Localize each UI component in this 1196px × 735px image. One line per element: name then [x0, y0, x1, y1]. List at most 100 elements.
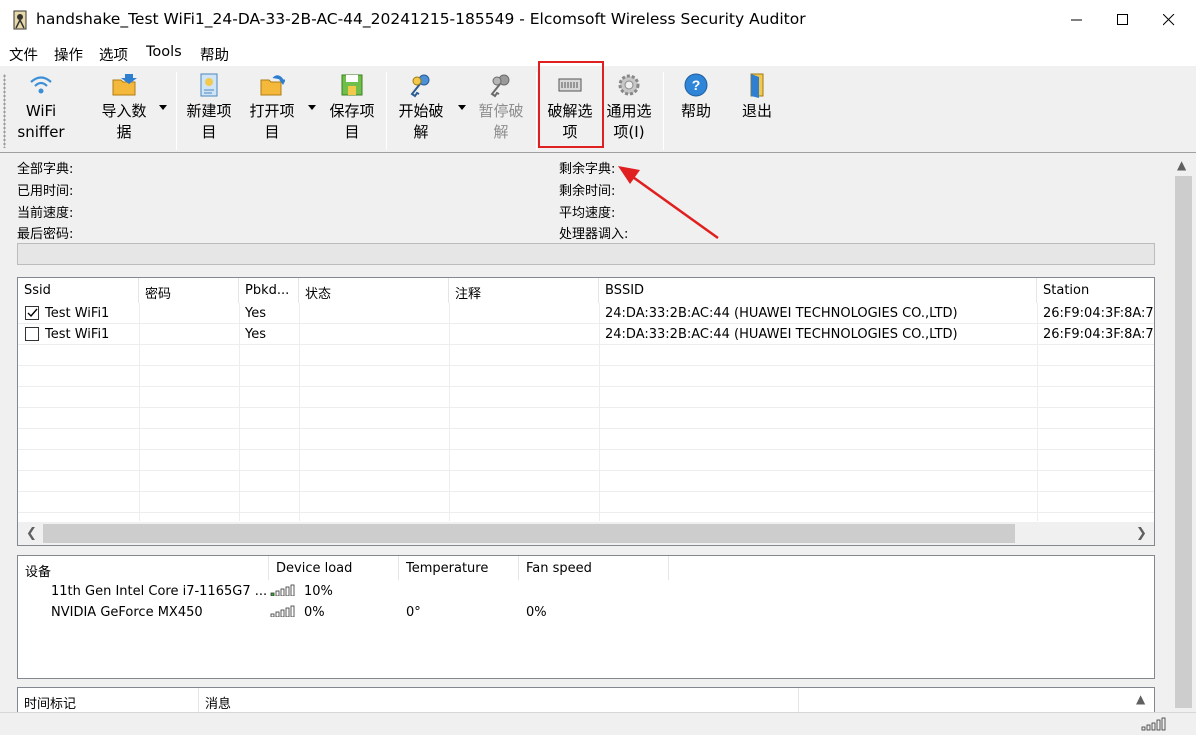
current-speed-label: 当前速度:: [17, 206, 74, 221]
maximize-button[interactable]: [1100, 0, 1146, 40]
cell-ssid: Test WiFi1: [45, 306, 110, 321]
pause-attack-button[interactable]: 暂停破 解: [473, 70, 529, 150]
minimize-button[interactable]: [1054, 0, 1100, 40]
toolbar-grip[interactable]: [3, 74, 6, 148]
empty-row: [18, 387, 1154, 408]
column-message[interactable]: 消息: [199, 688, 799, 712]
wifi-sniffer-button[interactable]: WiFi sniffer: [12, 70, 70, 150]
annotation-highlight-box: [538, 61, 604, 148]
load-meter-bar: [280, 609, 285, 617]
wifi-icon: [30, 76, 52, 94]
column-password[interactable]: 密码: [139, 278, 239, 303]
network-list: Ssid 密码 Pbkd... 状态 注释 BSSID Station Test…: [17, 277, 1155, 546]
device-name: 11th Gen Intel Core i7-1165G7 ...: [51, 584, 268, 599]
elapsed-time-label: 已用时间:: [17, 184, 74, 199]
column-device[interactable]: 设备: [18, 556, 269, 580]
cell-bssid: 24:DA:33:2B:AC:44 (HUAWEI TECHNOLOGIES C…: [605, 306, 958, 321]
signal-meter-icon: [1141, 717, 1166, 731]
device-panel: 设备 Device load Temperature Fan speed 11t…: [17, 555, 1155, 679]
menu-tools[interactable]: Tools: [146, 44, 182, 60]
device-load-value: 0%: [304, 605, 325, 620]
load-meter-bar: [285, 607, 290, 617]
column-temperature[interactable]: Temperature: [399, 556, 519, 580]
scroll-right-icon[interactable]: ❯: [1136, 526, 1147, 541]
column-timestamp[interactable]: 时间标记: [18, 688, 199, 712]
scroll-left-icon[interactable]: ❮: [26, 526, 37, 541]
menu-file[interactable]: 文件: [9, 44, 38, 65]
start-attack-keys-icon: [410, 74, 430, 98]
average-speed-label: 平均速度:: [559, 206, 616, 221]
empty-row: [18, 366, 1154, 387]
horizontal-scrollbar[interactable]: ❮ ❯: [18, 522, 1154, 545]
maximize-icon: [1117, 14, 1128, 25]
device-fan-speed-value: 0%: [526, 605, 547, 620]
network-row[interactable]: Test WiFi1 Yes 24:DA:33:2B:AC:44 (HUAWEI…: [18, 303, 1154, 324]
start-attack-dropdown-arrow[interactable]: [458, 105, 466, 110]
column-ssid[interactable]: Ssid: [18, 278, 139, 303]
load-meter-bar: [275, 590, 280, 596]
exit-door-icon: [750, 73, 764, 98]
log-scroll-up-icon[interactable]: ▲: [1136, 692, 1145, 706]
vertical-scroll-thumb[interactable]: [1175, 176, 1192, 708]
menu-action[interactable]: 操作: [54, 44, 83, 65]
empty-row: [18, 492, 1154, 513]
empty-row: [18, 345, 1154, 366]
help-button[interactable]: ? 帮助: [674, 70, 718, 150]
device-name: NVIDIA GeForce MX450: [51, 605, 203, 620]
device-load-value: 10%: [304, 584, 333, 599]
column-fan-speed[interactable]: Fan speed: [519, 556, 669, 580]
empty-row: [18, 408, 1154, 429]
menu-help[interactable]: 帮助: [200, 44, 229, 65]
scroll-up-icon[interactable]: ▲: [1177, 158, 1186, 172]
load-meter-bar: [275, 611, 280, 617]
open-dropdown-arrow[interactable]: [308, 105, 316, 110]
load-meter-bar: [270, 613, 275, 617]
toolbar-separator: [663, 72, 664, 150]
load-meter-icon: [270, 584, 295, 596]
empty-row: [18, 450, 1154, 471]
close-icon: [1163, 14, 1175, 26]
pause-attack-keys-icon: [490, 74, 510, 98]
import-dropdown-arrow[interactable]: [159, 105, 167, 110]
open-project-button[interactable]: 打开项 目: [245, 70, 299, 150]
exit-button[interactable]: 退出: [735, 70, 779, 150]
column-pbkdf[interactable]: Pbkd...: [239, 278, 299, 303]
load-meter-icon: [270, 605, 295, 617]
load-meter-bar: [290, 605, 295, 617]
import-data-button[interactable]: 导入数 据: [95, 70, 153, 150]
minimize-icon: [1071, 19, 1082, 21]
save-icon: [341, 74, 363, 96]
start-attack-button[interactable]: 开始破 解: [393, 70, 449, 150]
column-bssid[interactable]: BSSID: [599, 278, 1037, 303]
cell-bssid: 24:DA:33:2B:AC:44 (HUAWEI TECHNOLOGIES C…: [605, 327, 958, 342]
network-list-header: Ssid 密码 Pbkd... 状态 注释 BSSID Station: [18, 278, 1154, 303]
device-temperature-value: 0°: [406, 605, 421, 620]
attack-progress-bar: [17, 243, 1155, 265]
total-dict-label: 全部字典:: [17, 162, 74, 177]
load-meter-bar: [285, 586, 290, 596]
column-station[interactable]: Station: [1037, 278, 1154, 303]
column-comment[interactable]: 注释: [449, 278, 599, 303]
cpu-throttle-label: 处理器调入:: [559, 227, 629, 242]
horizontal-scroll-thumb[interactable]: [43, 524, 1015, 543]
save-project-button[interactable]: 保存项 目: [325, 70, 379, 150]
new-project-button[interactable]: 新建项 目: [182, 70, 236, 150]
network-row[interactable]: Test WiFi1 Yes 24:DA:33:2B:AC:44 (HUAWEI…: [18, 324, 1154, 345]
network-checkbox-unchecked[interactable]: [25, 327, 39, 341]
cell-station: 26:F9:04:3F:8A:7: [1043, 306, 1154, 321]
menu-options[interactable]: 选项: [99, 44, 128, 65]
toolbar-separator: [176, 72, 177, 150]
general-options-button[interactable]: 通用选 项(I): [600, 70, 658, 150]
close-button[interactable]: [1146, 0, 1192, 40]
column-status[interactable]: 状态: [299, 278, 449, 303]
title-bar: handshake_Test WiFi1_24-DA-33-2B-AC-44_2…: [0, 0, 1196, 40]
help-icon: ?: [684, 73, 708, 97]
cell-pbkdf: Yes: [245, 306, 266, 321]
network-checkbox-checked[interactable]: [25, 306, 39, 320]
column-device-load[interactable]: Device load: [269, 556, 399, 580]
last-password-label: 最后密码:: [17, 227, 74, 242]
open-folder-icon: [260, 75, 285, 96]
vertical-scrollbar[interactable]: ▲: [1172, 154, 1195, 710]
load-meter-bar: [280, 588, 285, 596]
status-bar: [0, 712, 1196, 735]
